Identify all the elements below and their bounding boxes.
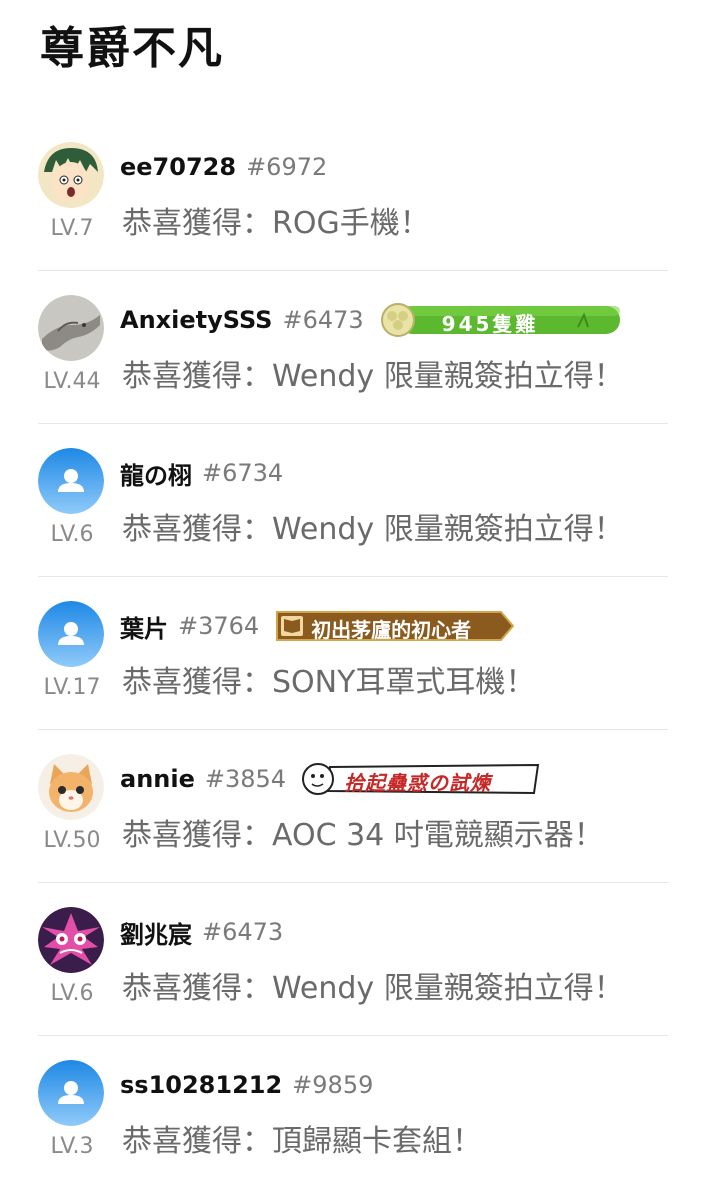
username[interactable]: ss10281212 xyxy=(120,1071,282,1099)
list-item[interactable]: LV.6 龍の栩 #6734 恭喜獲得：Wendy 限量親簽拍立得！ xyxy=(38,424,668,577)
name-line: 葉片 #3764 初出茅廬的初心者 xyxy=(120,609,517,643)
list-item[interactable]: LV.50 annie #3854 拾起蠱惑の試煉 恭喜獲得：AOC 34 吋電… xyxy=(38,730,668,883)
user-id: #6473 xyxy=(202,918,284,946)
prize-text: 恭喜獲得：Wendy 限量親簽拍立得！ xyxy=(122,971,624,1006)
default-user-icon xyxy=(38,448,104,514)
user-level: LV.44 xyxy=(43,369,101,394)
avatar[interactable] xyxy=(38,907,104,973)
prize-text: 恭喜獲得：Wendy 限量親簽拍立得！ xyxy=(122,512,624,547)
user-level: LV.50 xyxy=(43,828,101,853)
list-item[interactable]: LV.7 ee70728 #6972 恭喜獲得：ROG手機！ xyxy=(38,118,668,271)
prize-text: 恭喜獲得：AOC 34 吋電競顯示器！ xyxy=(122,818,604,853)
prize-text: 恭喜獲得：ROG手機！ xyxy=(122,206,430,241)
user-id: #6473 xyxy=(282,306,364,334)
user-id: #3764 xyxy=(178,612,260,640)
badge-label: 初出茅廬的初心者 xyxy=(311,618,472,642)
user-id: #9859 xyxy=(292,1071,374,1099)
prize-text: 恭喜獲得：頂歸顯卡套組！ xyxy=(122,1124,482,1159)
username[interactable]: annie xyxy=(120,765,195,793)
user-level: LV.3 xyxy=(50,1134,94,1159)
winner-list: LV.7 ee70728 #6972 恭喜獲得：ROG手機！ LV.44 Anx… xyxy=(38,118,668,1189)
avatar[interactable] xyxy=(38,601,104,667)
avatar[interactable] xyxy=(38,754,104,820)
username[interactable]: 葉片 xyxy=(120,609,168,644)
title-badge: 945隻雞 xyxy=(378,303,622,337)
user-level: LV.17 xyxy=(43,675,101,700)
list-item[interactable]: LV.3 ss10281212 #9859 恭喜獲得：頂歸顯卡套組！ xyxy=(38,1036,668,1189)
user-id: #6734 xyxy=(202,459,284,487)
name-line: 劉兆宸 #6473 xyxy=(120,915,283,949)
name-line: AnxietySSS #6473 945隻雞 xyxy=(120,303,622,337)
default-user-icon xyxy=(38,601,104,667)
list-item[interactable]: LV.44 AnxietySSS #6473 945隻雞 恭喜獲得：Wendy … xyxy=(38,271,668,424)
avatar-kitten-image xyxy=(38,754,104,820)
list-item[interactable]: LV.17 葉片 #3764 初出茅廬的初心者 恭喜獲得：SONY耳罩式耳機！ xyxy=(38,577,668,730)
title-badge: 初出茅廬的初心者 xyxy=(273,609,517,643)
username[interactable]: ee70728 xyxy=(120,153,236,181)
username[interactable]: 劉兆宸 xyxy=(120,915,192,950)
avatar-anime-pink-image xyxy=(38,907,104,973)
user-id: #3854 xyxy=(204,765,287,793)
badge-label: 拾起蠱惑の試煉 xyxy=(344,771,492,795)
prize-text: 恭喜獲得：SONY耳罩式耳機！ xyxy=(122,665,536,700)
name-line: 龍の栩 #6734 xyxy=(120,456,283,490)
user-level: LV.7 xyxy=(50,216,94,241)
default-user-icon xyxy=(38,1060,104,1126)
list-item[interactable]: LV.6 劉兆宸 #6473 恭喜獲得：Wendy 限量親簽拍立得！ xyxy=(38,883,668,1036)
avatar[interactable] xyxy=(38,295,104,361)
name-line: ee70728 #6972 xyxy=(120,150,327,184)
user-id: #6972 xyxy=(246,153,328,181)
prize-text: 恭喜獲得：Wendy 限量親簽拍立得！ xyxy=(122,359,624,394)
avatar[interactable] xyxy=(38,1060,104,1126)
name-line: ss10281212 #9859 xyxy=(120,1068,373,1102)
name-line: annie #3854 拾起蠱惑の試煉 xyxy=(120,762,544,796)
avatar-anime-green-hair-image xyxy=(38,142,104,208)
username[interactable]: AnxietySSS xyxy=(120,306,272,334)
username[interactable]: 龍の栩 xyxy=(120,456,192,491)
avatar-stone-dragon-image xyxy=(38,295,104,361)
avatar[interactable] xyxy=(38,448,104,514)
page-title: 尊爵不凡 xyxy=(40,23,224,74)
badge-label: 945隻雞 xyxy=(441,312,539,336)
user-level: LV.6 xyxy=(50,981,94,1006)
avatar[interactable] xyxy=(38,142,104,208)
user-level: LV.6 xyxy=(50,522,94,547)
title-badge: 拾起蠱惑の試煉 xyxy=(300,762,544,796)
